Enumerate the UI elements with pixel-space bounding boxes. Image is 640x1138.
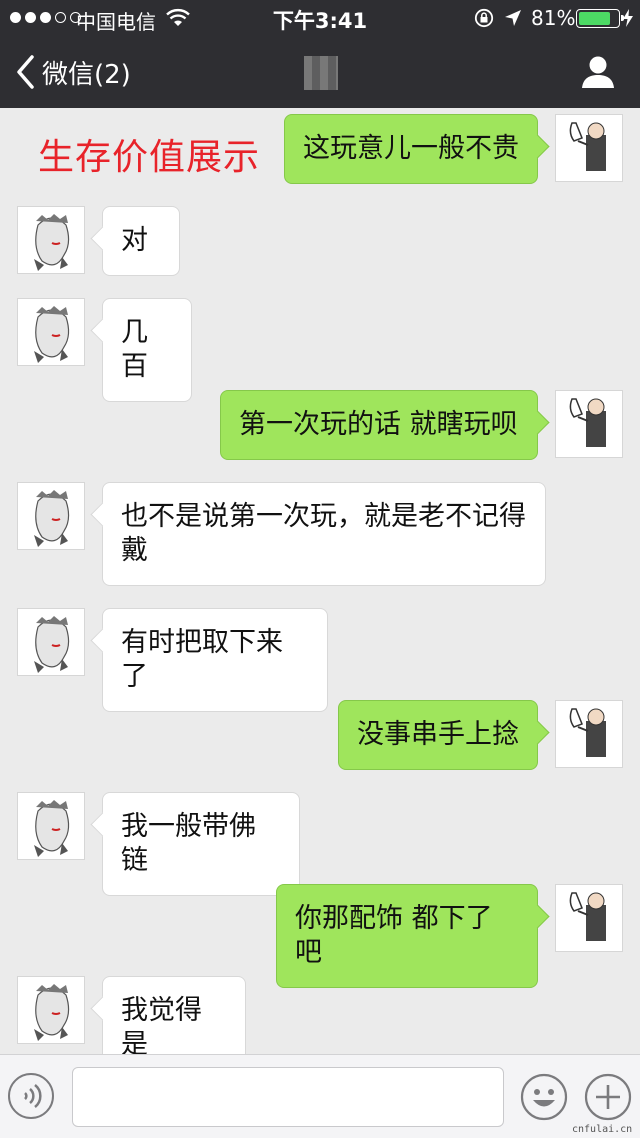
back-label: 微信(2) xyxy=(42,59,131,90)
location-arrow-icon xyxy=(505,10,521,26)
status-bar: 中国电信 下午3:41 81% xyxy=(0,0,640,36)
battery-percent: 81% xyxy=(531,6,576,30)
emoji-icon[interactable] xyxy=(520,1073,568,1121)
back-button[interactable]: 微信(2) xyxy=(14,50,131,94)
nav-bar: 微信(2) xyxy=(0,36,640,108)
overlay-caption: 生存价值展示 xyxy=(38,137,261,177)
avatar-contact[interactable] xyxy=(17,608,85,676)
charging-bolt-icon xyxy=(623,9,633,27)
avatar-self[interactable] xyxy=(555,114,623,182)
message-bubble-received[interactable]: 我一般带佛链 xyxy=(102,792,300,896)
avatar-self[interactable] xyxy=(555,884,623,952)
chevron-left-icon xyxy=(17,55,34,89)
message-bubble-received[interactable]: 有时把取下来了 xyxy=(102,608,328,712)
message-bubble-sent[interactable]: 第一次玩的话 就瞎玩呗 xyxy=(220,390,538,460)
voice-icon xyxy=(24,1084,42,1108)
avatar-self[interactable] xyxy=(555,390,623,458)
battery-icon xyxy=(576,9,624,28)
message-bubble-received[interactable]: 也不是说第一次玩，就是老不记得戴 xyxy=(102,482,546,586)
avatar-contact[interactable] xyxy=(17,206,85,274)
avatar-contact[interactable] xyxy=(17,792,85,860)
message-bubble-sent[interactable]: 这玩意儿一般不贵 xyxy=(284,114,538,184)
message-bubble-received[interactable]: 几百 xyxy=(102,298,192,402)
avatar-contact[interactable] xyxy=(17,298,85,366)
message-bubble-received[interactable]: 我觉得是 xyxy=(102,976,246,1054)
avatar-contact[interactable] xyxy=(17,976,85,1044)
message-input[interactable] xyxy=(72,1067,504,1127)
chat-title-blurred xyxy=(304,56,338,90)
plus-icon[interactable] xyxy=(584,1073,632,1121)
message-bubble-sent[interactable]: 没事串手上捻 xyxy=(338,700,538,770)
message-bubble-received[interactable]: 对 xyxy=(102,206,180,276)
top-bar: 中国电信 下午3:41 81% 微信(2) xyxy=(0,0,640,108)
chat-area[interactable]: 生存价值展示 这玩意儿一般不贵 对 几百 第一次玩的话 就瞎玩呗 也不是说第一次… xyxy=(0,108,640,1054)
avatar-self[interactable] xyxy=(555,700,623,768)
message-bubble-sent[interactable]: 你那配饰 都下了吧 xyxy=(276,884,538,988)
voice-button[interactable] xyxy=(8,1073,54,1119)
person-icon[interactable] xyxy=(578,52,618,92)
input-bar xyxy=(0,1054,640,1138)
orientation-lock-icon xyxy=(474,8,494,28)
avatar-contact[interactable] xyxy=(17,482,85,550)
watermark: cnfulai.cn xyxy=(572,1124,633,1135)
